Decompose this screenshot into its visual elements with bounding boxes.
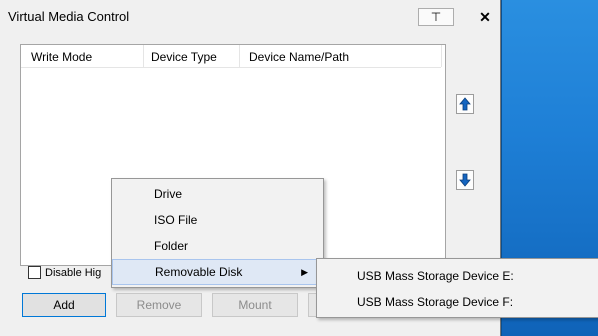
menu-item-drive[interactable]: Drive [112,181,323,207]
device-type-context-menu: Drive ISO File Folder Removable Disk ▶ [111,178,324,288]
list-header: Write Mode Device Type Device Name/Path [21,45,442,68]
column-separator [441,45,442,67]
menu-item-folder[interactable]: Folder [112,233,323,259]
submenu-item-usb-f[interactable]: USB Mass Storage Device F: [357,295,513,309]
column-separator [239,45,240,67]
column-device-name-path[interactable]: Device Name/Path [249,50,349,64]
disable-checkbox-label: Disable Hig [45,266,102,279]
menu-item-label: Drive [154,187,183,201]
close-icon: ✕ [479,8,491,25]
remove-button[interactable]: Remove [116,293,202,317]
add-button[interactable]: Add [22,293,106,317]
menu-item-label: Folder [154,239,189,253]
column-write-mode[interactable]: Write Mode [31,50,92,64]
arrow-up-icon [459,97,471,111]
column-separator [143,45,144,67]
pin-button[interactable]: ⊤ [418,8,454,26]
column-device-type[interactable]: Device Type [151,50,217,64]
title-bar[interactable]: Virtual Media Control ⊤ ✕ [0,0,500,32]
menu-item-label: Removable Disk [155,265,243,279]
menu-item-removable-disk[interactable]: Removable Disk ▶ [112,259,323,285]
add-button-label: Add [53,298,75,312]
mount-button-label: Mount [238,298,272,312]
move-down-button[interactable] [456,170,474,190]
mount-button[interactable]: Mount [212,293,298,317]
removable-disk-submenu: USB Mass Storage Device E: USB Mass Stor… [316,258,598,318]
remove-button-label: Remove [136,298,182,312]
close-button[interactable]: ✕ [474,7,496,27]
submenu-item-usb-e[interactable]: USB Mass Storage Device E: [357,269,514,283]
menu-item-label: ISO File [154,213,198,227]
menu-item-iso-file[interactable]: ISO File [112,207,323,233]
disable-checkbox[interactable] [28,266,41,279]
pin-icon: ⊤ [430,10,442,24]
move-up-button[interactable] [456,94,474,114]
window-title: Virtual Media Control [8,9,130,24]
arrow-down-icon [459,173,471,187]
disable-checkbox-row[interactable]: Disable Hig [28,266,101,279]
chevron-right-icon: ▶ [301,266,308,277]
